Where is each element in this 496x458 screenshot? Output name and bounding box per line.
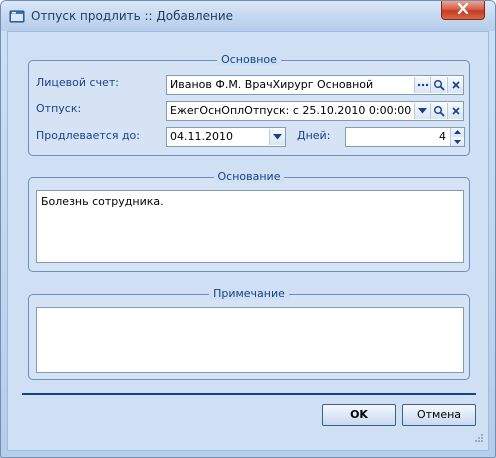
reason-fieldset-legend: Основание	[213, 170, 285, 183]
chevron-down-icon[interactable]	[269, 129, 285, 145]
days-value: 4	[439, 130, 446, 143]
days-spinner[interactable]	[450, 128, 464, 146]
window-title: Отпуск продлить :: Добавление	[31, 9, 234, 23]
cancel-button[interactable]: Отмена	[402, 404, 476, 426]
days-field[interactable]: 4	[345, 127, 465, 147]
footer-separator	[22, 393, 476, 395]
ellipsis-icon[interactable]	[414, 77, 430, 93]
reason-fieldset: Основание Болезнь сотрудника.	[28, 170, 470, 272]
days-label: Дней:	[297, 129, 331, 142]
note-textarea[interactable]	[36, 307, 464, 373]
reason-textarea[interactable]: Болезнь сотрудника.	[36, 190, 464, 263]
clear-icon[interactable]	[447, 103, 463, 119]
account-value: Иванов Ф.М. ВрачХирург Основной	[170, 78, 374, 91]
app-icon	[9, 8, 25, 24]
extend-date-field[interactable]: 04.11.2010	[166, 127, 286, 147]
chevron-down-icon[interactable]	[414, 103, 430, 119]
search-icon[interactable]	[430, 77, 446, 93]
resize-grip-icon[interactable]	[474, 433, 484, 446]
spin-up-icon[interactable]	[450, 128, 464, 137]
extend-date-value: 04.11.2010	[170, 130, 233, 143]
vacation-label: Отпуск:	[36, 102, 82, 115]
main-fieldset: Основное Лицевой счет: Иванов Ф.М. ВрачХ…	[28, 53, 470, 156]
note-fieldset-legend: Примечание	[209, 287, 289, 300]
ok-button[interactable]: OK	[322, 404, 396, 426]
close-icon	[457, 2, 469, 17]
title-bar[interactable]: Отпуск продлить :: Добавление	[1, 1, 495, 31]
main-fieldset-legend: Основное	[217, 53, 281, 66]
dialog-window: Отпуск продлить :: Добавление Основное Л…	[0, 0, 496, 458]
account-label: Лицевой счет:	[36, 76, 119, 89]
close-button[interactable]	[441, 1, 485, 20]
dialog-body: Основное Лицевой счет: Иванов Ф.М. ВрачХ…	[7, 31, 489, 451]
spin-down-icon[interactable]	[450, 137, 464, 146]
note-fieldset: Примечание	[28, 287, 470, 380]
clear-icon[interactable]	[447, 77, 463, 93]
account-field[interactable]: Иванов Ф.М. ВрачХирург Основной	[166, 75, 464, 95]
vacation-field[interactable]: ЕжегОснОплОтпуск: с 25.10.2010 0:00:00 п…	[166, 101, 464, 121]
vacation-value: ЕжегОснОплОтпуск: с 25.10.2010 0:00:00 п…	[170, 104, 450, 117]
search-icon[interactable]	[430, 103, 446, 119]
extend-label: Продлевается до:	[36, 129, 140, 142]
